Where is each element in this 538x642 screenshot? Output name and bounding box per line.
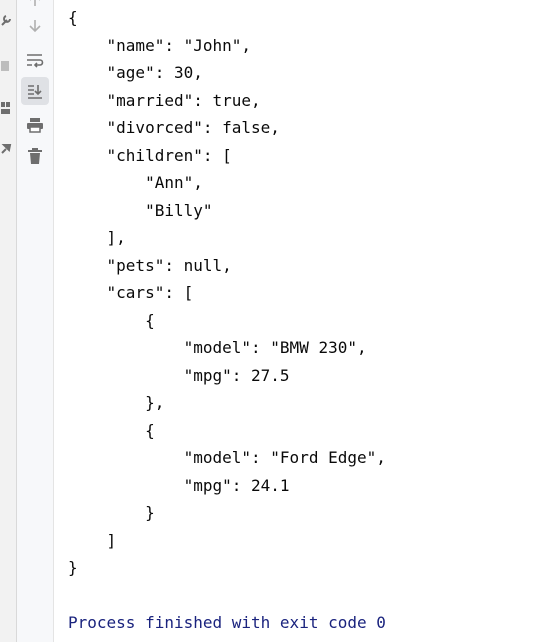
arrow-down-icon[interactable]: [21, 12, 49, 40]
console-line: ]: [68, 530, 117, 550]
console-line: "cars": [: [68, 283, 194, 302]
console-line: "mpg": 27.5: [68, 365, 290, 385]
console-line: "name": "John",: [68, 35, 252, 55]
console-line: "pets": null,: [68, 255, 232, 275]
console-line: {: [68, 420, 155, 440]
console-line: ],: [68, 228, 126, 247]
console-line: {: [68, 310, 155, 330]
stop-icon[interactable]: [0, 56, 12, 76]
console-line: "married": true,: [68, 90, 261, 110]
console-line: "mpg": 24.1: [68, 475, 290, 495]
layout-icon[interactable]: [0, 98, 12, 118]
console-line: "age": 30,: [68, 63, 203, 82]
console-output[interactable]: { "name": "John", "age": 30, "married": …: [68, 4, 533, 637]
run-tool-window: { "name": "John", "age": 30, "married": …: [0, 0, 538, 642]
console-line: "model": "Ford Edge",: [68, 448, 386, 467]
console-line: "children": [: [68, 145, 232, 165]
print-icon[interactable]: [21, 111, 49, 139]
console-line: "Billy": [68, 200, 213, 220]
left-tool-strip: [0, 0, 17, 642]
pin-icon[interactable]: [0, 138, 12, 158]
console-line: "model": "BMW 230",: [68, 338, 367, 357]
console-line: }: [68, 503, 155, 522]
wrench-icon[interactable]: [0, 10, 12, 30]
console-line: "divorced": false,: [68, 118, 280, 137]
console-line: "Ann",: [68, 173, 203, 192]
trash-icon[interactable]: [21, 142, 49, 170]
console-toolbar: [17, 0, 54, 642]
console-line: },: [68, 393, 165, 412]
console-line: }: [68, 558, 78, 577]
soft-wrap-icon[interactable]: [21, 46, 49, 74]
process-exit-message: Process finished with exit code 0: [68, 613, 386, 632]
console-line: {: [68, 8, 78, 27]
scroll-to-end-icon[interactable]: [21, 77, 49, 105]
